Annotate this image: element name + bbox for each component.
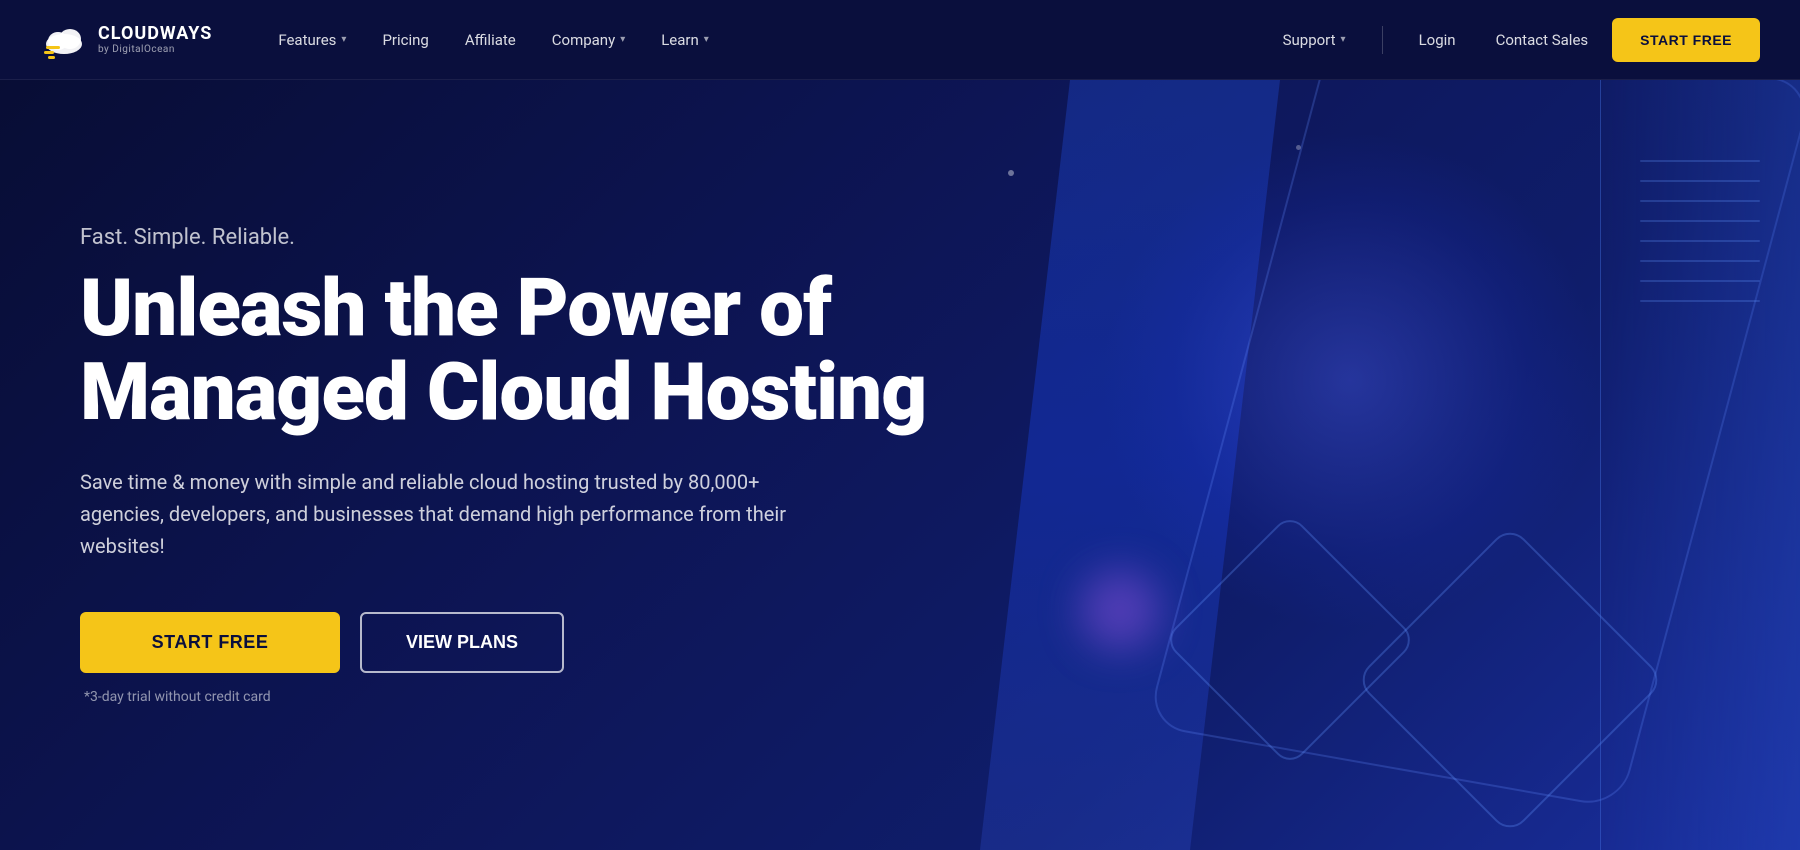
rack-line	[1640, 160, 1760, 162]
logo-name: CLOUDWAYS	[98, 24, 212, 44]
hero-buttons: START FREE VIEW PLANS	[80, 612, 926, 673]
nav-item-company[interactable]: Company ▾	[536, 23, 641, 57]
rack-lines	[1640, 160, 1760, 302]
chevron-down-icon: ▾	[341, 34, 346, 45]
nav-features-label: Features	[278, 31, 336, 49]
rack-line	[1640, 200, 1760, 202]
decorative-purple-accent	[1080, 570, 1160, 650]
rack-line	[1640, 180, 1760, 182]
nav-support-label: Support	[1283, 31, 1336, 49]
nav-links: Features ▾ Pricing Affiliate Company ▾ L…	[262, 23, 1266, 57]
nav-item-affiliate[interactable]: Affiliate	[449, 23, 532, 57]
hero-start-free-button[interactable]: START FREE	[80, 612, 340, 673]
rack-line	[1640, 240, 1760, 242]
decorative-blue-column	[980, 80, 1280, 850]
hero-tagline: Fast. Simple. Reliable.	[80, 225, 926, 250]
hero-trial-note: *3-day trial without credit card	[84, 689, 926, 705]
decorative-server-rack	[1600, 80, 1800, 850]
hero-title-text: Unleash the Power ofManaged Cloud Hostin…	[80, 261, 926, 439]
navbar: CLOUDWAYS by DigitalOcean Features ▾ Pri…	[0, 0, 1800, 80]
nav-item-login[interactable]: Login	[1403, 23, 1472, 57]
nav-item-contact-sales[interactable]: Contact Sales	[1480, 23, 1605, 57]
decorative-hex-2	[1163, 513, 1418, 768]
rack-line	[1640, 260, 1760, 262]
nav-item-features[interactable]: Features ▾	[262, 23, 362, 57]
chevron-down-icon: ▾	[1341, 34, 1346, 45]
chevron-down-icon: ▾	[704, 34, 709, 45]
nav-right: Support ▾ Login Contact Sales START FREE	[1267, 18, 1760, 62]
logo[interactable]: CLOUDWAYS by DigitalOcean	[40, 16, 212, 64]
hero-description: Save time & money with simple and reliab…	[80, 466, 840, 562]
nav-item-support[interactable]: Support ▾	[1267, 23, 1362, 57]
hero-section: Fast. Simple. Reliable. Unleash the Powe…	[0, 80, 1800, 850]
decorative-device-outline	[1146, 80, 1800, 809]
logo-sub: by DigitalOcean	[98, 44, 212, 55]
nav-contact-label: Contact Sales	[1496, 31, 1589, 49]
cloudways-logo-icon	[40, 16, 88, 64]
hero-view-plans-button[interactable]: VIEW PLANS	[360, 612, 564, 673]
decorative-hex-1	[1354, 524, 1665, 835]
chevron-down-icon: ▾	[620, 34, 625, 45]
rack-line	[1640, 220, 1760, 222]
nav-affiliate-label: Affiliate	[465, 31, 516, 49]
nav-company-label: Company	[552, 31, 615, 49]
nav-divider	[1382, 26, 1383, 54]
decorative-dot-1	[1008, 170, 1014, 176]
rack-line	[1640, 280, 1760, 282]
rack-line	[1640, 300, 1760, 302]
decorative-dot-2	[1296, 145, 1301, 150]
nav-item-learn[interactable]: Learn ▾	[645, 23, 725, 57]
nav-item-pricing[interactable]: Pricing	[366, 23, 444, 57]
decorative-glow-sphere	[1100, 130, 1600, 630]
nav-learn-label: Learn	[661, 31, 699, 49]
hero-content: Fast. Simple. Reliable. Unleash the Powe…	[80, 225, 926, 705]
nav-start-free-button[interactable]: START FREE	[1612, 18, 1760, 62]
hero-title: Unleash the Power ofManaged Cloud Hostin…	[80, 266, 926, 434]
nav-login-label: Login	[1419, 31, 1456, 49]
nav-pricing-label: Pricing	[382, 31, 428, 49]
